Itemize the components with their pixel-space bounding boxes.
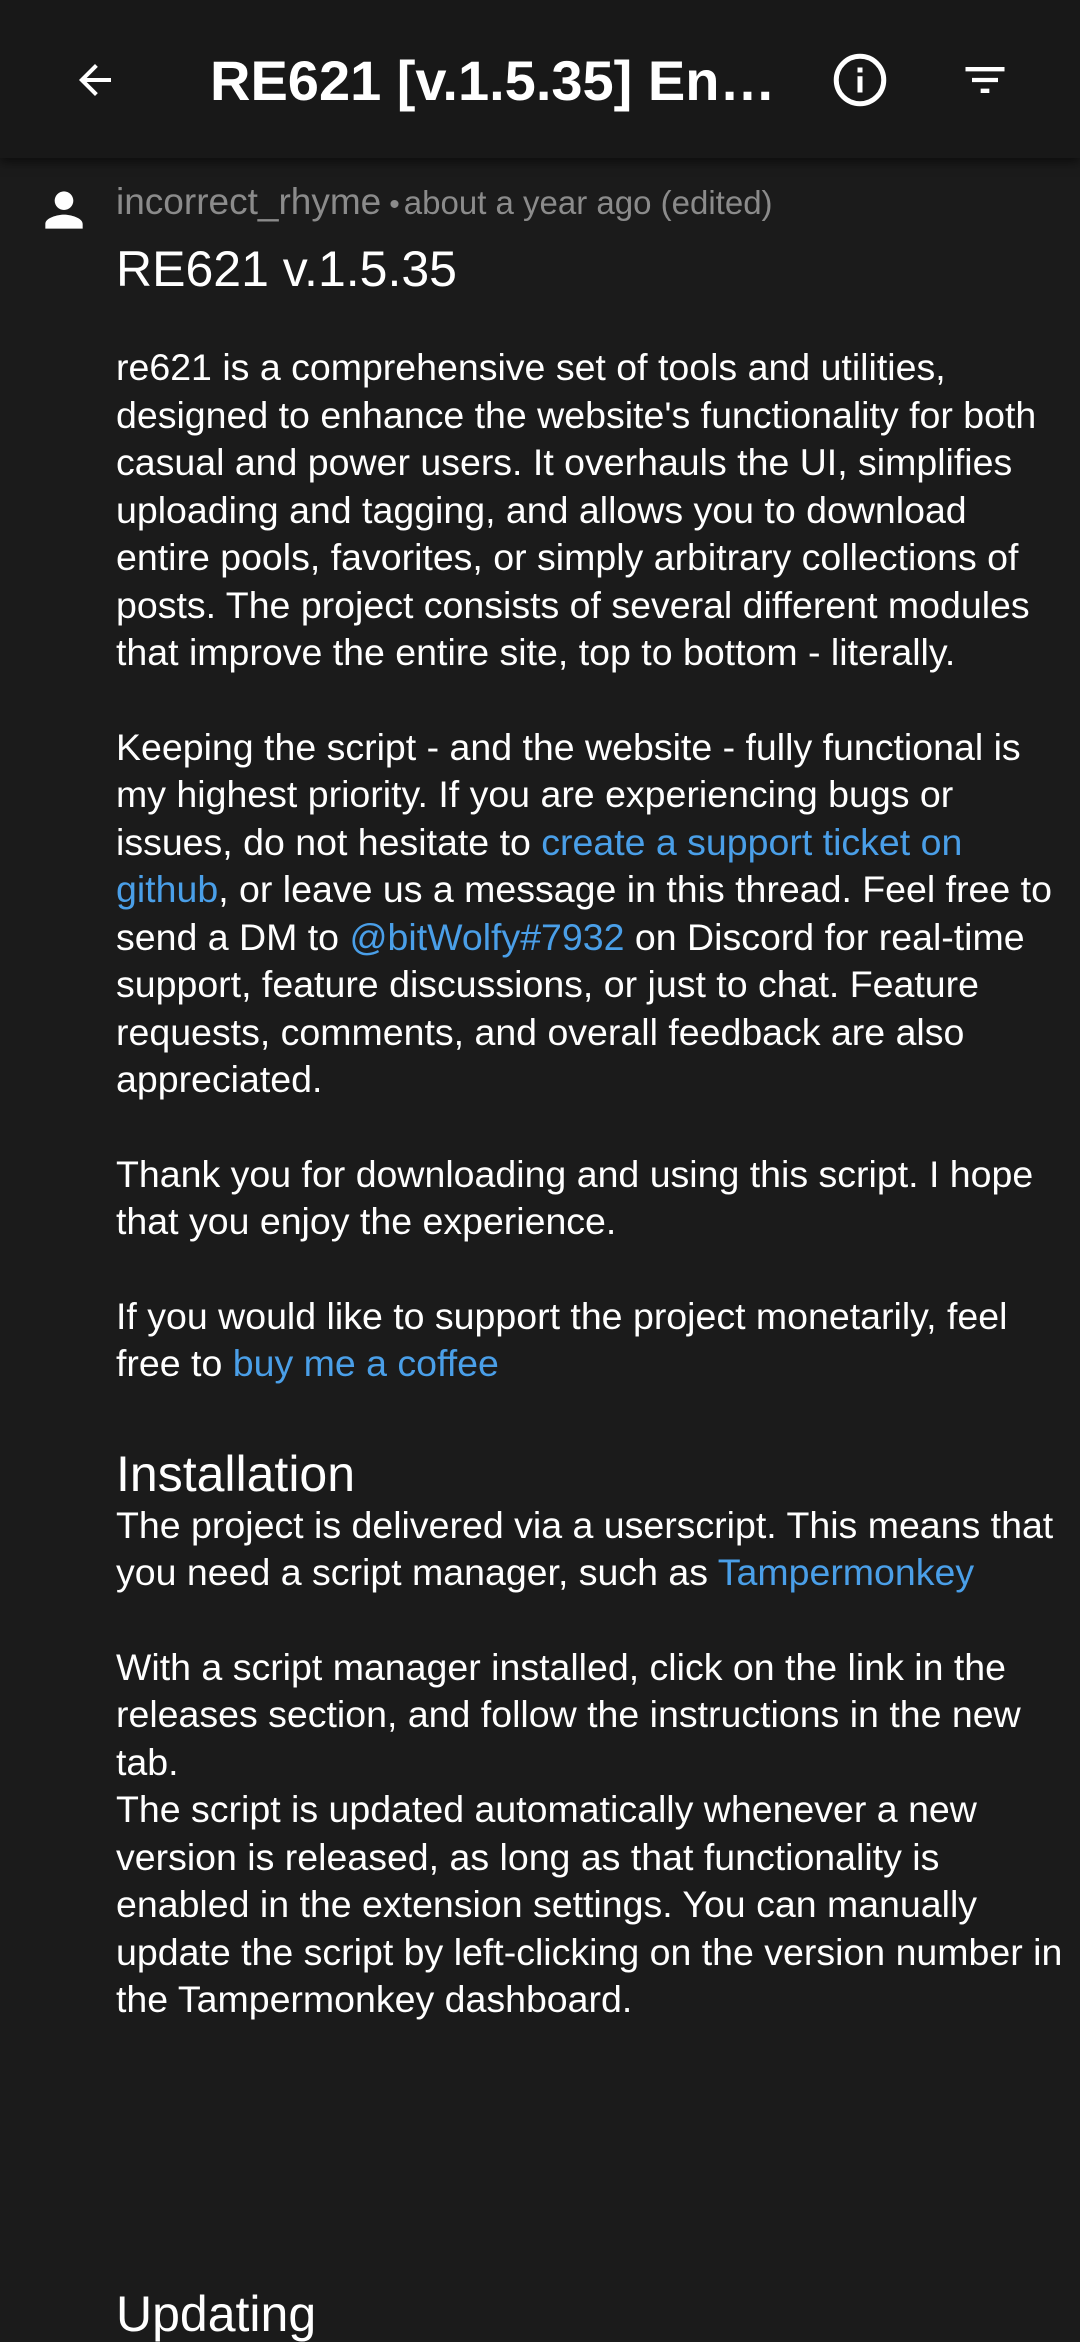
tampermonkey-link[interactable]: Tampermonkey: [718, 1551, 974, 1593]
app-bar: RE621 [v.1.5.35] Enhancements: [0, 0, 1080, 158]
buy-me-a-coffee-link[interactable]: buy me a coffee: [233, 1342, 499, 1384]
updating-heading: Updating: [116, 2286, 317, 2342]
paragraph-install-steps: With a script manager installed, click o…: [116, 1645, 1021, 1783]
post-heading: RE621 v.1.5.35: [116, 241, 457, 297]
paragraph-support: Keeping the script - and the website - f…: [116, 724, 1066, 1104]
post-timestamp: about a year ago (edited): [403, 184, 773, 221]
avatar[interactable]: [36, 182, 92, 238]
filter-icon: [965, 67, 1005, 93]
username[interactable]: incorrect_rhyme: [116, 181, 381, 222]
info-button[interactable]: [820, 40, 900, 120]
installation-heading: Installation: [116, 1445, 356, 1502]
person-icon: [45, 191, 83, 229]
back-button[interactable]: [55, 40, 135, 120]
post-body: RE621 v.1.5.35 re621 is a comprehensive …: [116, 232, 1066, 2024]
paragraph-installation: The project is delivered via a userscrip…: [116, 1502, 1066, 1597]
filter-button[interactable]: [945, 40, 1025, 120]
paragraph-auto-update: The script is updated automatically when…: [116, 1788, 1063, 2020]
arrow-back-icon: [79, 64, 111, 96]
info-icon: [833, 53, 887, 107]
page-title: RE621 [v.1.5.35] Enhancements: [210, 49, 790, 112]
paragraph-donate: If you would like to support the project…: [116, 1293, 1066, 1388]
paragraph-thanks: Thank you for downloading and using this…: [116, 1152, 1034, 1243]
paragraph-intro: re621 is a comprehensive set of tools an…: [116, 346, 1037, 673]
post-meta: incorrect_rhyme • about a year ago (edited…: [116, 180, 773, 232]
discord-user-link[interactable]: @bitWolfy#7932: [349, 916, 624, 958]
meta-separator: •: [389, 188, 400, 221]
